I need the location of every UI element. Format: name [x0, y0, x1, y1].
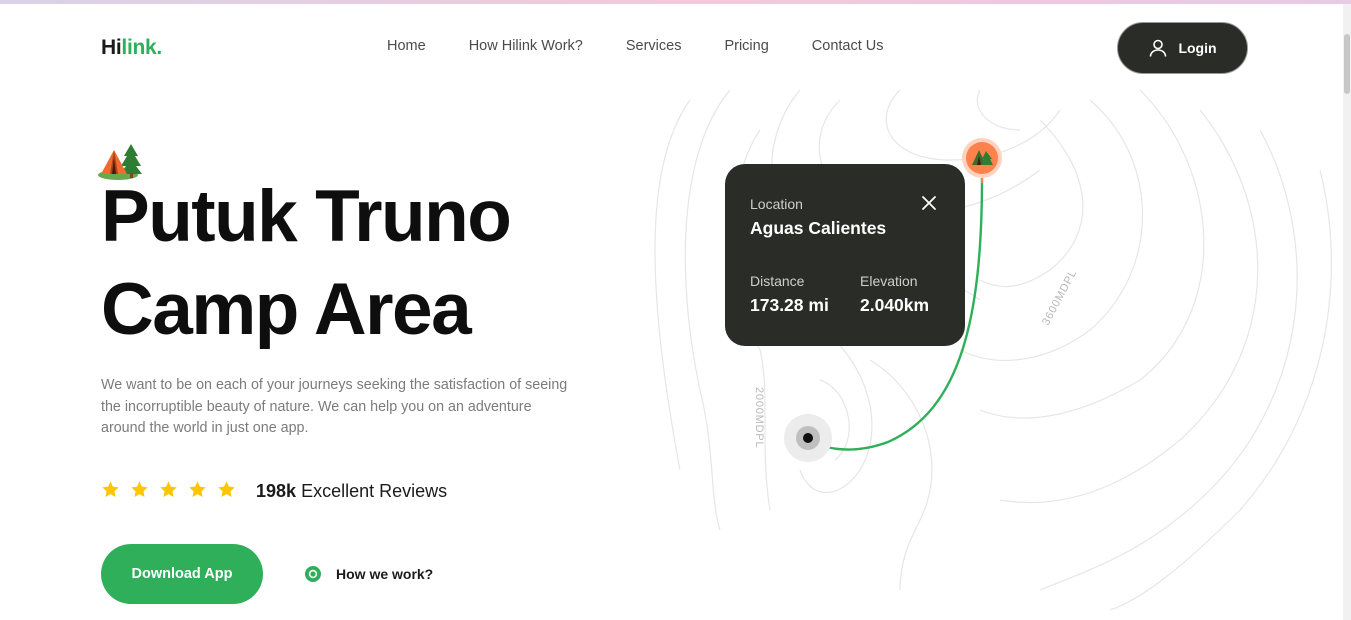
destination-pin-icon[interactable] — [961, 137, 1003, 183]
location-value: Aguas Calientes — [750, 218, 887, 238]
scrollbar[interactable] — [1343, 4, 1351, 620]
elevation-value: 2.040km — [860, 295, 930, 315]
location-card: Location Aguas Calientes Distance 173.28… — [725, 164, 965, 346]
brand-logo-part1: Hi — [101, 36, 122, 59]
contour-label-2000: 2000MDPL — [753, 387, 765, 448]
nav-services[interactable]: Services — [626, 38, 682, 54]
hero-title-line1: Putuk Truno — [101, 176, 512, 257]
contour-label-3600: 3600MDPL — [1040, 268, 1079, 328]
download-app-button[interactable]: Download App — [101, 544, 263, 604]
rating-stars — [101, 480, 236, 499]
nav-contact-us[interactable]: Contact Us — [812, 38, 884, 54]
nav-pricing[interactable]: Pricing — [724, 38, 768, 54]
distance-label: Distance — [750, 273, 805, 289]
reviews-label: Excellent Reviews — [301, 481, 448, 501]
how-we-work-link[interactable]: How we work? — [304, 565, 433, 583]
reviews-count: 198k — [256, 481, 297, 501]
location-label: Location — [750, 196, 803, 212]
login-button[interactable]: Login — [1117, 22, 1248, 74]
elevation-label: Elevation — [860, 273, 918, 289]
star-icon — [189, 481, 206, 497]
star-icon — [160, 481, 177, 497]
login-label: Login — [1178, 40, 1217, 56]
close-icon[interactable] — [920, 194, 938, 212]
star-icon — [131, 481, 148, 497]
reviews-summary: 198k Excellent Reviews — [256, 481, 447, 502]
hero-title: Putuk Truno Camp Area — [101, 170, 512, 356]
play-icon — [305, 566, 321, 582]
nav-home[interactable]: Home — [387, 38, 426, 54]
scrollbar-thumb[interactable] — [1344, 34, 1350, 94]
brand-logo[interactable]: Hilink. — [101, 36, 162, 60]
star-icon — [218, 481, 235, 497]
star-icon — [102, 481, 119, 497]
browser-top-bar — [0, 0, 1351, 4]
hero-title-line2: Camp Area — [101, 269, 472, 350]
distance-value: 173.28 mi — [750, 295, 829, 315]
brand-logo-part2: link. — [121, 36, 162, 59]
nav-how-hilink-work[interactable]: How Hilink Work? — [469, 38, 583, 54]
how-we-work-label: How we work? — [336, 566, 434, 582]
start-point-inner — [803, 433, 813, 443]
hero-description: We want to be on each of your journeys s… — [101, 377, 568, 436]
user-icon — [1150, 39, 1167, 57]
main-nav: Home How Hilink Work? Services Pricing C… — [387, 38, 884, 54]
